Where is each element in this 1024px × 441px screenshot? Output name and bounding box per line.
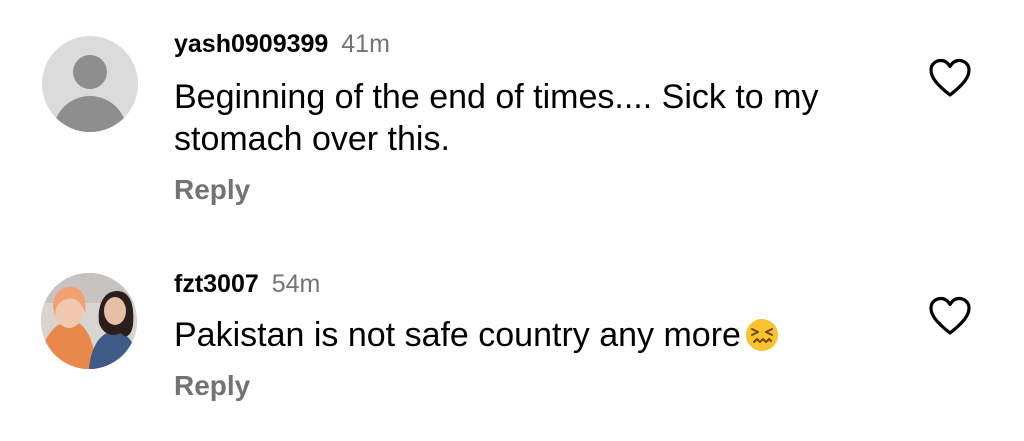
reply-button[interactable]: Reply bbox=[174, 370, 250, 402]
default-avatar-icon bbox=[73, 55, 107, 89]
comment-text-container: Pakistan is not safe country any more bbox=[174, 314, 874, 356]
comment-text: Beginning of the end of times.... Sick t… bbox=[174, 78, 819, 158]
username[interactable]: yash0909399 bbox=[174, 30, 328, 58]
avatar[interactable] bbox=[42, 36, 138, 132]
comment-timestamp: 41m bbox=[341, 30, 390, 58]
comment-header: yash0909399 41m bbox=[174, 30, 390, 59]
comment-header: fzt3007 54m bbox=[174, 270, 320, 299]
confounded-face-emoji bbox=[745, 319, 778, 351]
reply-button[interactable]: Reply bbox=[174, 174, 250, 206]
heart-outline-icon[interactable] bbox=[928, 58, 972, 98]
username[interactable]: fzt3007 bbox=[174, 270, 259, 298]
comment-timestamp: 54m bbox=[271, 270, 321, 298]
comment-item: fzt3007 54m Pakistan is not safe country… bbox=[0, 230, 1024, 441]
heart-outline-icon[interactable] bbox=[928, 296, 972, 336]
comment-item: yash0909399 41m Beginning of the end of … bbox=[0, 0, 1024, 230]
avatar[interactable] bbox=[41, 273, 137, 369]
profile-photo bbox=[41, 273, 137, 369]
comment-text: Pakistan is not safe country any more bbox=[174, 316, 741, 354]
